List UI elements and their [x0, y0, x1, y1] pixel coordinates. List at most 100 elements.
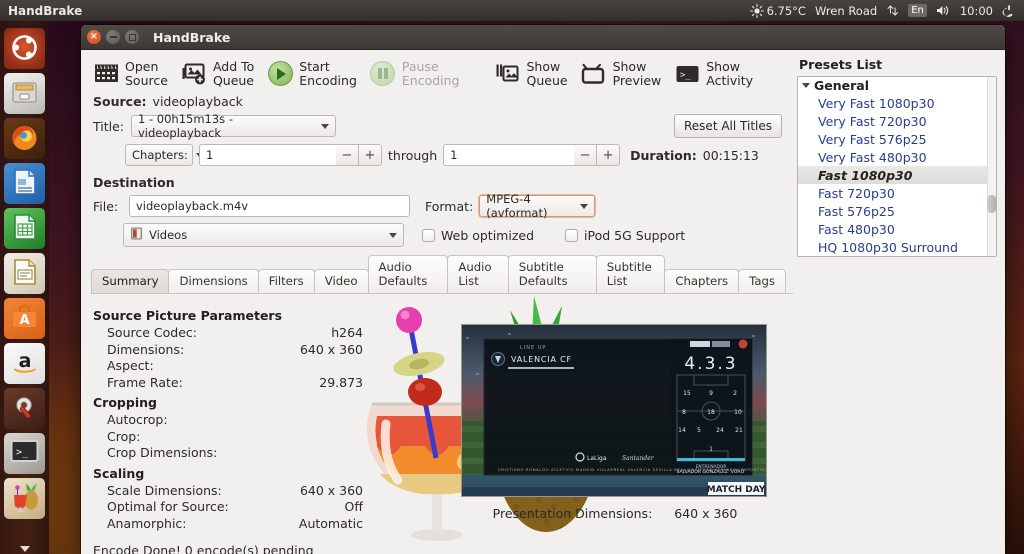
preview-image[interactable]: LINE UP VALENCIA CF 4.3.3	[461, 324, 767, 497]
tab-subtitle-defaults[interactable]: Subtitle Defaults	[508, 255, 597, 293]
checkbox-box[interactable]	[565, 229, 578, 242]
summary-panel: Source Picture Parameters Source Codec: …	[81, 294, 793, 554]
top-panel-app-title[interactable]: HandBrake	[8, 4, 82, 18]
tab-summary[interactable]: Summary	[91, 269, 169, 293]
launcher-item-system-settings[interactable]	[4, 388, 45, 429]
chapter-start-increment[interactable]: +	[359, 144, 382, 166]
param-value: Off	[243, 499, 363, 516]
preset-item-selected[interactable]: Fast 1080p30	[798, 166, 996, 184]
toolbar-open-source[interactable]: OpenSource	[89, 58, 177, 90]
weather-indicator[interactable]: 6.75°C	[750, 4, 806, 18]
presets-group-general[interactable]: General	[798, 77, 996, 94]
svg-text:>_: >_	[16, 447, 29, 458]
status-bar-text: Encode Done! 0 encode(s) pending	[93, 543, 314, 554]
title-combo[interactable]: 1 - 00h15m13s - videoplayback	[131, 115, 336, 137]
reset-all-titles-button[interactable]: Reset All Titles	[674, 114, 782, 138]
temperature-label: 6.75°C	[767, 4, 806, 18]
launcher-item-handbrake[interactable]	[4, 478, 45, 519]
tab-filters[interactable]: Filters	[258, 269, 315, 293]
chapter-start-spinner[interactable]: 1 − +	[199, 144, 382, 166]
preset-item[interactable]: Fast 480p30	[798, 220, 996, 238]
preset-item[interactable]: Very Fast 720p30	[798, 112, 996, 130]
web-optimized-checkbox[interactable]: Web optimized	[422, 228, 534, 243]
clock-label[interactable]: 10:00	[960, 4, 993, 18]
tab-tags[interactable]: Tags	[738, 269, 786, 293]
launcher-item-libreoffice-calc[interactable]	[4, 208, 45, 249]
launcher-item-firefox[interactable]	[4, 118, 45, 159]
toolbar-add-to-queue[interactable]: Add ToQueue	[177, 58, 263, 90]
launcher-item-libreoffice-writer[interactable]	[4, 163, 45, 204]
toolbar-pause-encoding[interactable]: PauseEncoding	[366, 58, 469, 90]
launcher-item-terminal[interactable]: >_	[4, 433, 45, 474]
launcher-item-files[interactable]	[4, 73, 45, 114]
window-maximize-button[interactable]	[125, 30, 139, 44]
window-minimize-button[interactable]	[106, 30, 120, 44]
format-combo-value: MPEG-4 (avformat)	[486, 192, 572, 220]
ipod-support-checkbox[interactable]: iPod 5G Support	[565, 228, 685, 243]
presets-scrollbar-thumb[interactable]	[987, 195, 996, 213]
chapter-start-input[interactable]: 1	[199, 144, 336, 166]
preset-item[interactable]: Fast 720p30	[798, 184, 996, 202]
svg-text:8: 8	[682, 409, 686, 416]
toolbar: OpenSource Add ToQueue StartEncoding	[81, 50, 793, 94]
launcher-item-amazon[interactable]: a	[4, 343, 45, 384]
param-value: 29.873	[243, 375, 363, 392]
window-titlebar[interactable]: × HandBrake	[81, 25, 1005, 50]
preset-item[interactable]: HQ 1080p30 Surround	[798, 238, 996, 256]
tab-audio-list[interactable]: Audio List	[447, 255, 508, 293]
keyboard-layout-indicator[interactable]: En	[908, 4, 927, 17]
window-close-button[interactable]: ×	[87, 30, 101, 44]
minimize-icon	[110, 36, 117, 38]
location-label[interactable]: Wren Road	[815, 4, 877, 18]
launcher-item-ubuntu-dash[interactable]	[4, 28, 45, 69]
source-row: Source: videoplayback	[93, 94, 785, 109]
chapter-end-spinner[interactable]: 1 − +	[443, 144, 620, 166]
destination-folder-row: Videos Web optimized iPod 5G Support	[93, 223, 785, 247]
param-value	[243, 445, 363, 462]
network-updown-icon[interactable]	[886, 4, 899, 17]
presets-list[interactable]: General Very Fast 1080p30 Very Fast 720p…	[797, 76, 997, 257]
chapter-end-increment[interactable]: +	[597, 144, 620, 166]
launcher-scroll-down-icon[interactable]	[20, 546, 30, 552]
param-value: 640 x 360	[243, 483, 363, 500]
gear-power-icon[interactable]	[1002, 4, 1016, 18]
launcher-item-libreoffice-impress[interactable]	[4, 253, 45, 294]
svg-text:Santander: Santander	[622, 455, 655, 462]
unity-launcher: A a >_	[0, 21, 49, 554]
toolbar-start-encoding[interactable]: StartEncoding	[263, 58, 366, 90]
tab-video[interactable]: Video	[314, 269, 369, 293]
tab-dimensions[interactable]: Dimensions	[168, 269, 258, 293]
toolbar-show-activity-label: ShowActivity	[706, 60, 753, 88]
tab-chapters[interactable]: Chapters	[664, 269, 739, 293]
toolbar-show-queue[interactable]: ShowQueue	[491, 58, 577, 90]
chevron-down-icon	[321, 124, 329, 129]
format-combo[interactable]: MPEG-4 (avformat)	[479, 195, 595, 217]
chapter-start-decrement[interactable]: −	[336, 144, 359, 166]
destination-heading: Destination	[93, 175, 785, 190]
preset-item[interactable]: Very Fast 480p30	[798, 148, 996, 166]
tab-audio-defaults[interactable]: Audio Defaults	[368, 255, 449, 293]
chapter-end-input[interactable]: 1	[443, 144, 574, 166]
svg-text:15: 15	[683, 390, 691, 397]
chapter-end-decrement[interactable]: −	[574, 144, 597, 166]
presets-scrollbar[interactable]	[987, 77, 996, 256]
svg-text:21: 21	[735, 427, 743, 434]
param-value: h264	[243, 325, 363, 342]
checkbox-box[interactable]	[422, 229, 435, 242]
toolbar-show-preview[interactable]: ShowPreview	[577, 58, 671, 90]
chevron-down-icon[interactable]	[802, 83, 810, 88]
toolbar-show-queue-label: ShowQueue	[527, 60, 568, 88]
file-input[interactable]: videoplayback.m4v	[129, 195, 410, 217]
folder-combo[interactable]: Videos	[123, 223, 404, 247]
toolbar-show-activity[interactable]: >_ ShowActivity	[670, 58, 762, 90]
volume-icon[interactable]	[936, 4, 951, 17]
tab-subtitle-list[interactable]: Subtitle List	[596, 255, 666, 293]
launcher-item-software-center[interactable]: A	[4, 298, 45, 339]
preset-item[interactable]: Fast 576p25	[798, 202, 996, 220]
svg-text:9: 9	[709, 390, 713, 397]
source-label: Source:	[93, 94, 147, 109]
chapters-combo[interactable]: Chapters:	[125, 144, 193, 166]
preset-item[interactable]: Very Fast 576p25	[798, 130, 996, 148]
svg-text:2: 2	[733, 390, 737, 397]
preset-item[interactable]: Very Fast 1080p30	[798, 94, 996, 112]
